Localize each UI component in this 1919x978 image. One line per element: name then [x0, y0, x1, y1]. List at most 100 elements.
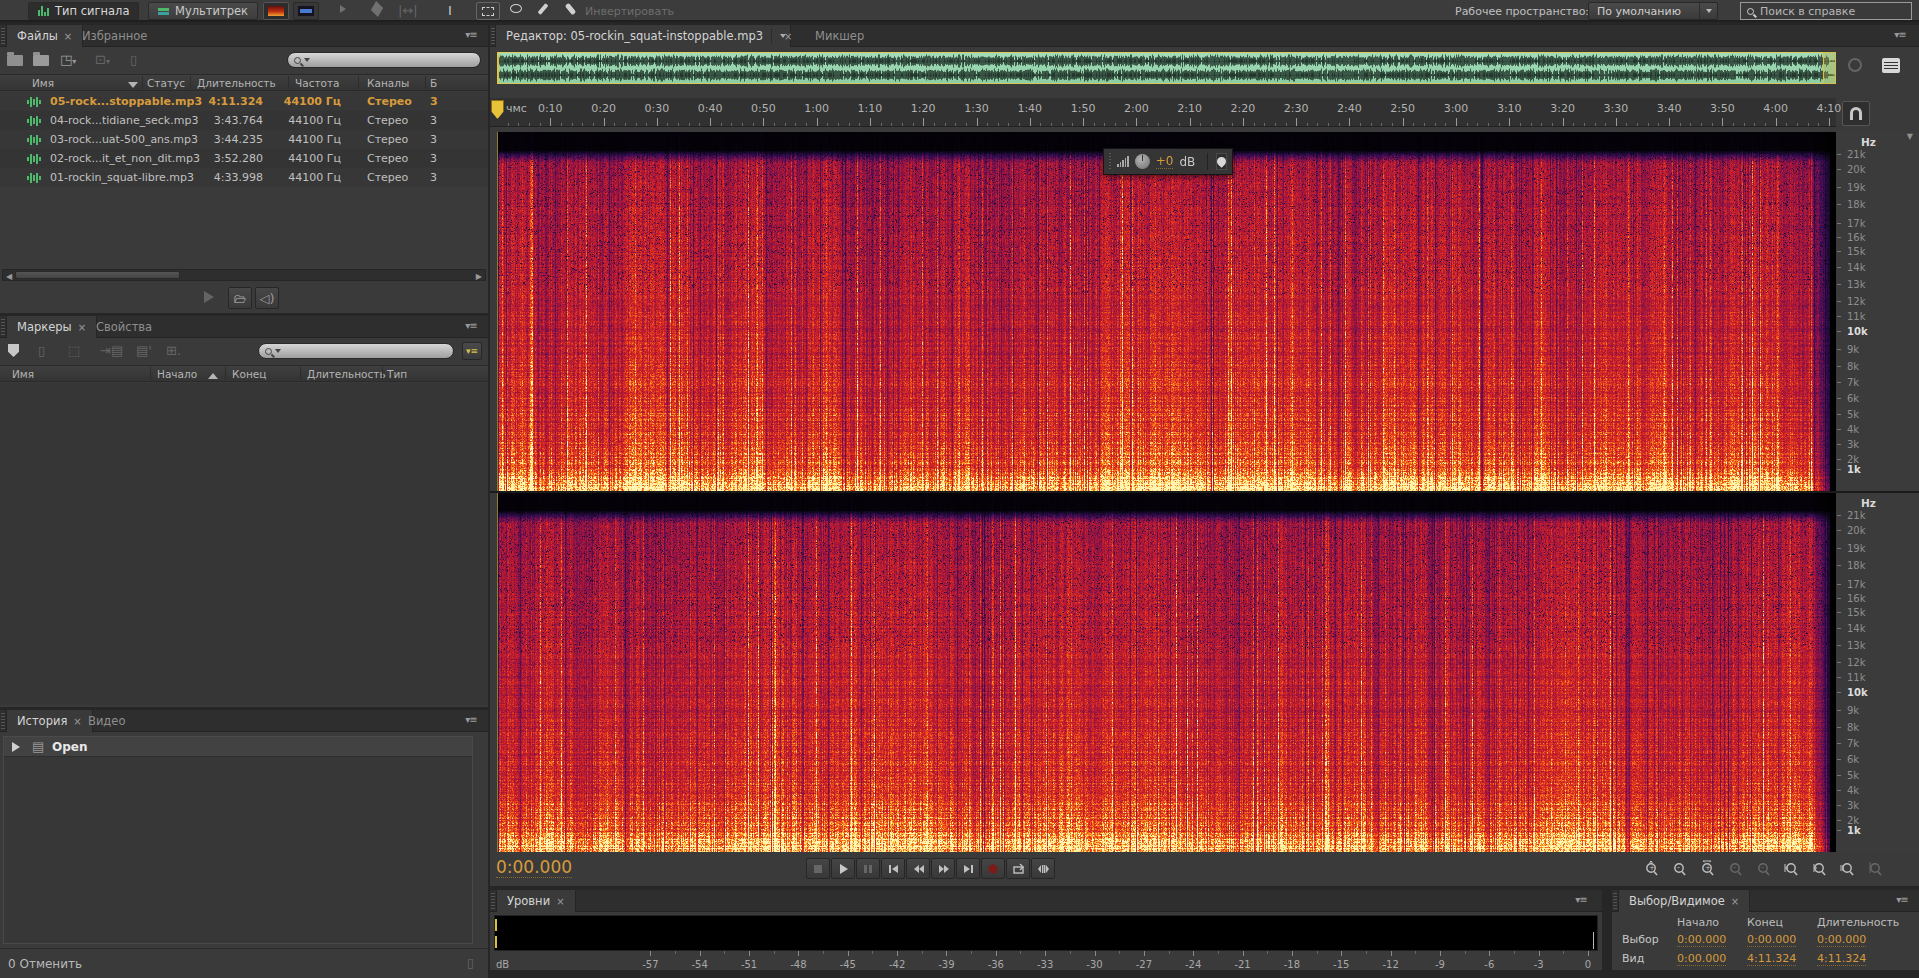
trash-icon[interactable]: ▯	[130, 52, 137, 67]
filter-icon[interactable]: ▾≡	[462, 342, 482, 360]
zoom-in-horizontal-button[interactable]: +	[1694, 858, 1718, 878]
panel-menu-icon[interactable]: ▾≡	[460, 320, 482, 334]
skipstart-button[interactable]	[881, 858, 905, 879]
hud-volume[interactable]: +0 dB	[1103, 148, 1233, 175]
zoom-selection-button[interactable]	[1834, 858, 1858, 878]
skipsel-button[interactable]	[1031, 858, 1055, 879]
file-row[interactable]: 03-rock...uat-500_ans.mp33:44.23544100 Г…	[0, 130, 488, 149]
tab-levels[interactable]: Уровни×	[496, 890, 576, 912]
zoom-in-vertical-button[interactable]: +	[1638, 858, 1662, 878]
trash-icon[interactable]: ▯	[467, 955, 474, 970]
range-marker-icon[interactable]: ⬚	[68, 343, 80, 358]
zoom-out-horizontal-button[interactable]: -	[1722, 858, 1746, 878]
view-start[interactable]: 0:00.000	[1677, 952, 1726, 966]
zoom-out-vertical-button[interactable]: -	[1666, 858, 1690, 878]
trash-icon[interactable]: ▯	[38, 343, 45, 358]
display-options-icon[interactable]	[1882, 58, 1900, 73]
tab-markers[interactable]: Маркеры×	[6, 316, 97, 338]
tab-video[interactable]: Видео	[78, 710, 135, 732]
open-list-icon[interactable]: ◳▾	[60, 52, 76, 67]
tab-editor-close[interactable]: ×	[780, 25, 796, 47]
brush-tool-icon[interactable]	[538, 3, 549, 15]
zoom-overview-icon[interactable]	[1848, 58, 1862, 72]
pause-button[interactable]	[856, 858, 880, 879]
tab-editor[interactable]: Редактор: 05-rockin_squat-instoppable.mp…	[495, 25, 791, 47]
frequency-scale-ch2[interactable]: Hz 21k20k19k18k17k16k15k14k13k12k11k10k9…	[1837, 493, 1919, 852]
ibeam-tool-icon[interactable]: I	[448, 3, 452, 18]
view-end[interactable]: 4:11.324	[1747, 952, 1796, 966]
waveform-mode-button[interactable]: Тип сигнала	[28, 2, 139, 20]
zoom-in-left-button[interactable]	[1778, 858, 1802, 878]
spectral-view-button[interactable]	[263, 2, 289, 20]
insert-into-playlist-icon[interactable]: ⇥▤	[100, 343, 123, 358]
volume-knob[interactable]	[1135, 154, 1150, 169]
file-row[interactable]: 05-rock...stoppable.mp34:11.32444100 ГцС…	[0, 92, 488, 111]
close-icon[interactable]: ×	[64, 31, 72, 42]
zoom-in-right-button[interactable]	[1806, 858, 1830, 878]
file-row[interactable]: 02-rock...it_et_non_dit.mp33:52.28044100…	[0, 149, 488, 168]
tab-properties[interactable]: Свойства	[86, 316, 162, 338]
selection-duration[interactable]: 0:00.000	[1817, 933, 1866, 947]
open-file-icon[interactable]	[7, 55, 23, 66]
tab-selection-view[interactable]: Выбор/Видимое×	[1618, 890, 1750, 912]
workspace-dropdown[interactable]: По умолчанию	[1588, 2, 1718, 20]
close-icon[interactable]: ×	[1731, 896, 1739, 907]
panel-menu-icon[interactable]: ▾≡	[460, 29, 482, 43]
stop-button[interactable]	[806, 858, 830, 879]
markers-table-header[interactable]: Имя Начало Конец Длительность Тип	[0, 365, 488, 382]
rewind-button[interactable]	[906, 858, 930, 879]
files-search-box[interactable]	[287, 52, 481, 68]
timeline-ruler[interactable]: чмс 0:100:200:300:400:501:001:101:201:30…	[490, 98, 1836, 127]
tab-mixer[interactable]: Микшер	[805, 25, 874, 47]
files-table-header[interactable]: Имя Статус Длительность Частота Каналы Б	[0, 74, 488, 91]
insert-multitrack-icon[interactable]: ⊡▾	[95, 52, 110, 67]
skipend-button[interactable]	[956, 858, 980, 879]
panel-menu-icon[interactable]: ▾≡	[1570, 894, 1592, 908]
import-file-icon[interactable]	[33, 55, 49, 66]
waveform-view-button[interactable]	[293, 2, 319, 20]
file-row[interactable]: 04-rock...tidiane_seck.mp33:43.76444100 …	[0, 111, 488, 130]
tab-favorites[interactable]: Избранное	[72, 25, 157, 47]
hud-gain-value[interactable]: +0	[1156, 154, 1174, 169]
add-marker-icon[interactable]	[8, 344, 19, 357]
multitrack-mode-button[interactable]: Мультитрек	[148, 2, 258, 20]
play-button[interactable]	[831, 858, 855, 879]
time-selection-tool-icon[interactable]: |↔|	[398, 3, 418, 18]
overview-range-handle[interactable]	[1823, 52, 1836, 84]
zoom-full-button[interactable]	[1862, 858, 1886, 878]
record-button[interactable]	[981, 858, 1005, 879]
export-audio-icon[interactable]: ▤'	[136, 343, 152, 358]
play-file-icon[interactable]	[204, 291, 214, 303]
files-hscrollbar[interactable]: ◀▶	[2, 269, 486, 281]
close-icon[interactable]: ×	[78, 322, 86, 333]
spot-heal-tool-icon[interactable]	[565, 3, 577, 15]
merge-icon[interactable]: ⊞.	[166, 343, 181, 358]
help-search-box[interactable]: Поиск в справке	[1740, 2, 1912, 20]
markers-search-box[interactable]	[258, 343, 454, 359]
auto-play-button[interactable]: 🗁	[228, 287, 252, 309]
view-duration[interactable]: 4:11.324	[1817, 952, 1866, 966]
panel-menu-icon[interactable]: ▾≡	[1891, 894, 1913, 908]
frequency-scale-ch1[interactable]: Hz ▼ 21k20k19k18k17k16k15k14k13k12k11k10…	[1837, 132, 1919, 491]
selection-start[interactable]: 0:00.000	[1677, 933, 1726, 947]
history-item-open[interactable]: ▤ Open	[4, 737, 472, 757]
snap-button[interactable]	[1842, 101, 1870, 126]
forward-button[interactable]	[931, 858, 955, 879]
file-row[interactable]: 01-rockin_squat-libre.mp34:33.99844100 Г…	[0, 168, 488, 187]
loop-playback-button[interactable]: ◁)	[255, 287, 279, 309]
level-scale-label: -54	[692, 959, 708, 970]
time-display[interactable]: 0:00.000	[496, 857, 572, 878]
lasso-tool-icon[interactable]	[510, 4, 522, 13]
panel-menu-icon[interactable]: ▾≡	[1889, 29, 1911, 43]
close-icon[interactable]: ×	[556, 896, 564, 907]
zoom-reset-button[interactable]: -	[1750, 858, 1774, 878]
marquee-tool-button[interactable]	[476, 2, 500, 20]
pin-hud-button[interactable]	[1216, 153, 1227, 170]
heal-tool-icon[interactable]	[371, 1, 383, 17]
scale-options-icon[interactable]: ▼	[1907, 132, 1913, 141]
move-tool-icon[interactable]	[340, 5, 346, 13]
overview-range-box[interactable]	[497, 52, 1836, 84]
selection-end[interactable]: 0:00.000	[1747, 933, 1796, 947]
loop-button[interactable]	[1006, 858, 1030, 879]
panel-menu-icon[interactable]: ▾≡	[460, 714, 482, 728]
